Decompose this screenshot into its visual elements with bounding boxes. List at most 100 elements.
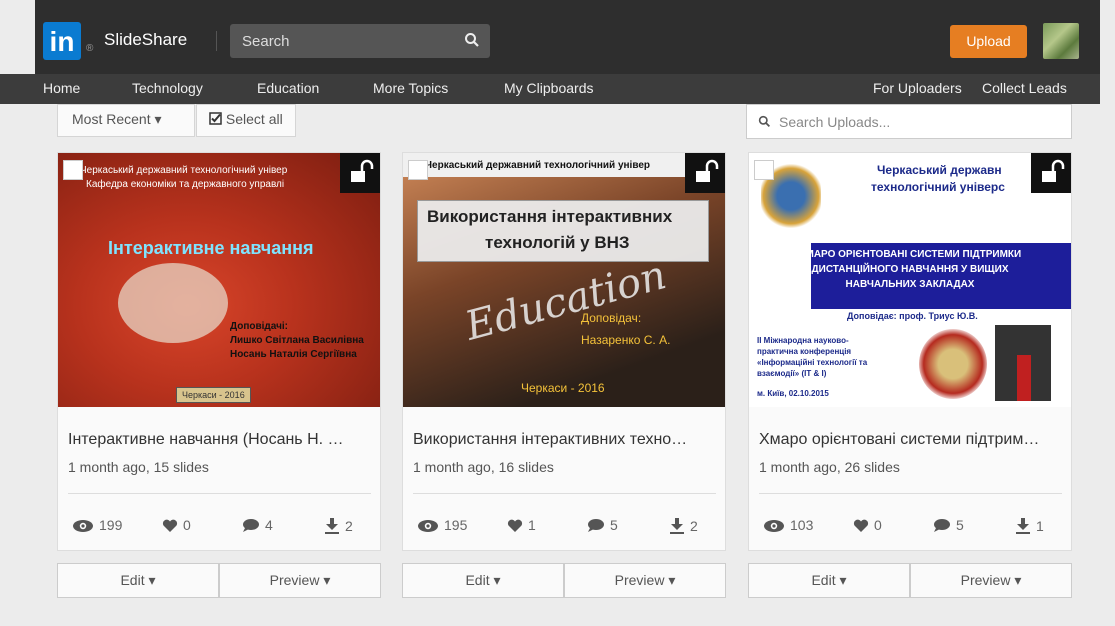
slide-thumbnail[interactable]: Черкаський державн технологічний універс…	[749, 153, 1071, 407]
thumb-text: Черкаський державний технологічний уніве…	[425, 160, 651, 171]
avatar[interactable]	[1043, 23, 1079, 59]
search-placeholder: Search	[242, 33, 290, 50]
downloads-stat: 2	[669, 517, 698, 534]
thumb-text: ІІ Міжнародна науково-	[757, 336, 849, 345]
comments-count: 5	[956, 517, 964, 533]
thumb-text: технологічний універс	[871, 180, 1005, 194]
thumb-text: Доповідач:	[581, 311, 642, 325]
comments-count: 4	[265, 517, 273, 533]
edit-button[interactable]: Edit ▾	[57, 563, 219, 598]
preview-button[interactable]: Preview ▾	[564, 563, 726, 598]
sort-dropdown[interactable]: Most Recent ▾	[57, 104, 195, 137]
upload-card: Черкаський державн технологічний універс…	[748, 152, 1072, 551]
slideshare-logo-text[interactable]: SlideShare	[104, 30, 187, 50]
comment-icon	[588, 519, 604, 532]
views-count: 195	[444, 517, 468, 533]
unlock-icon	[1042, 159, 1065, 182]
select-all-label: Select all	[225, 111, 283, 127]
views-stat: 103	[763, 517, 813, 533]
comments-stat: 4	[242, 517, 273, 533]
thumb-text: Назаренко С. А.	[581, 333, 671, 347]
divider	[68, 493, 371, 494]
thumb-text: Черкаси - 2016	[521, 381, 605, 395]
nav-item-my-clipboards[interactable]: My Clipboards	[504, 80, 593, 96]
nav-item-for-uploaders[interactable]: For Uploaders	[873, 80, 962, 96]
nav-item-technology[interactable]: Technology	[132, 80, 203, 96]
slide-thumbnail[interactable]: Черкаський державний технологічний уніве…	[58, 153, 380, 407]
download-icon	[1016, 518, 1030, 534]
comments-stat: 5	[587, 517, 618, 533]
thumb-text: Кафедра економіки та державного управлі	[86, 179, 285, 190]
select-checkbox[interactable]	[408, 160, 428, 180]
select-checkbox[interactable]	[63, 160, 83, 180]
thumb-text: взаємодії» (IT & I)	[757, 369, 827, 378]
eye-icon	[764, 520, 784, 532]
downloads-count: 2	[345, 518, 353, 534]
thumb-text: Доповідачі:	[230, 321, 289, 332]
upload-card: Черкаський державний технологічний уніве…	[402, 152, 726, 551]
unlock-toggle[interactable]	[1031, 153, 1071, 193]
logo-divider	[216, 31, 217, 51]
downloads-stat: 2	[324, 517, 353, 534]
thumb-text: Черкаський державн	[877, 163, 1002, 177]
download-icon	[325, 518, 339, 534]
comments-stat: 5	[933, 517, 964, 533]
unlock-icon	[351, 159, 374, 182]
search-input[interactable]: Search	[230, 24, 490, 58]
thumb-title: ДИСТАНЦІЙНОГО НАВЧАННЯ У ВИЩИХ	[811, 264, 1009, 275]
preview-button[interactable]: Preview ▾	[910, 563, 1072, 598]
registered-mark: ®	[86, 43, 94, 54]
upload-meta: 1 month ago, 16 slides	[413, 459, 554, 475]
download-icon	[670, 518, 684, 534]
unlock-icon	[696, 159, 719, 182]
thumb-title: Інтерактивне навчання	[108, 238, 314, 258]
search-uploads-input[interactable]: Search Uploads...	[746, 104, 1072, 139]
slide-thumbnail[interactable]: Черкаський державний технологічний уніве…	[403, 153, 725, 407]
nav-item-collect-leads[interactable]: Collect Leads	[982, 80, 1067, 96]
downloads-count: 2	[690, 518, 698, 534]
preview-button[interactable]: Preview ▾	[219, 563, 381, 598]
comment-icon	[243, 519, 259, 532]
thumb-text: «Інформаційні технології та	[757, 358, 868, 367]
likes-count: 0	[874, 517, 882, 533]
thumb-text: Доповідає: проф. Триус Ю.В.	[847, 311, 978, 321]
search-uploads-placeholder: Search Uploads...	[779, 114, 891, 130]
likes-stat: 0	[162, 517, 191, 533]
search-icon	[758, 115, 771, 128]
search-icon[interactable]	[464, 32, 480, 48]
upload-meta: 1 month ago, 15 slides	[68, 459, 209, 475]
nav-item-education[interactable]: Education	[257, 80, 319, 96]
nav-item-home[interactable]: Home	[43, 80, 80, 96]
upload-title[interactable]: Інтерактивне навчання (Носань Н. …	[68, 431, 373, 449]
upload-title[interactable]: Використання інтерактивних техно…	[413, 431, 718, 449]
thumb-text: Лишко Світлана Василівна	[230, 335, 364, 346]
unlock-toggle[interactable]	[685, 153, 725, 193]
upload-button[interactable]: Upload	[950, 25, 1027, 58]
upload-meta: 1 month ago, 26 slides	[759, 459, 900, 475]
views-count: 199	[99, 517, 123, 533]
heart-icon	[853, 519, 869, 532]
nav-item-more-topics[interactable]: More Topics	[373, 80, 448, 96]
checkbox-icon	[209, 112, 222, 125]
upload-card: Черкаський державний технологічний уніве…	[57, 152, 381, 551]
select-all-button[interactable]: Select all	[196, 104, 296, 137]
downloads-stat: 1	[1015, 517, 1044, 534]
unlock-toggle[interactable]	[340, 153, 380, 193]
divider	[759, 493, 1062, 494]
thumb-text: Носань Наталія Сергіївна	[230, 349, 357, 360]
nav-bar: Home Technology Education More Topics My…	[0, 74, 1100, 104]
views-count: 103	[790, 517, 814, 533]
edit-button[interactable]: Edit ▾	[748, 563, 910, 598]
thumb-text: Черкаський державний технологічний уніве…	[80, 165, 288, 176]
thumb-text: Черкаси - 2016	[176, 387, 251, 403]
views-stat: 199	[72, 517, 122, 533]
edit-button[interactable]: Edit ▾	[402, 563, 564, 598]
likes-count: 1	[528, 517, 536, 533]
select-checkbox[interactable]	[754, 160, 774, 180]
top-bar: in ® SlideShare Search Upload	[35, 0, 1100, 74]
conference-logo	[919, 329, 987, 399]
linkedin-logo[interactable]: in	[43, 22, 81, 60]
upload-title[interactable]: Хмаро орієнтовані системи підтрим…	[759, 431, 1064, 449]
downloads-count: 1	[1036, 518, 1044, 534]
likes-stat: 0	[853, 517, 882, 533]
